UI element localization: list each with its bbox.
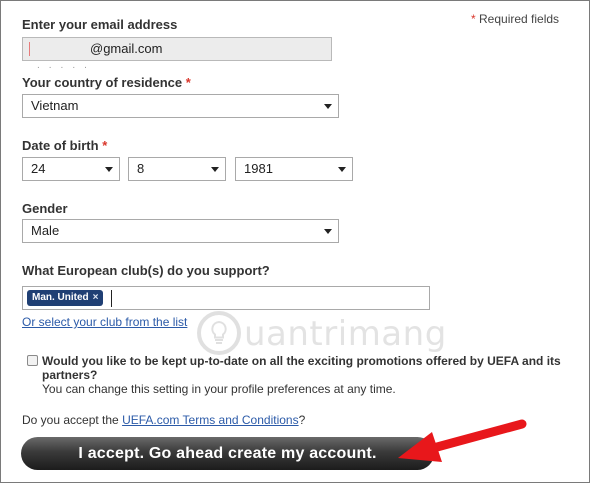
country-value: Vietnam bbox=[31, 98, 79, 113]
dob-day-value: 24 bbox=[31, 161, 46, 176]
chevron-down-icon bbox=[105, 167, 113, 172]
close-icon[interactable]: × bbox=[93, 292, 99, 303]
promotions-question: Would you like to be kept up-to-date on … bbox=[42, 354, 561, 382]
chevron-down-icon bbox=[211, 167, 219, 172]
watermark: uantrimang bbox=[196, 308, 456, 360]
dob-day-select[interactable]: 24 bbox=[22, 157, 120, 181]
terms-suffix: ? bbox=[298, 413, 306, 427]
country-select[interactable]: Vietnam bbox=[22, 94, 339, 118]
club-input[interactable]: Man. United × bbox=[22, 286, 430, 310]
email-value: @gmail.com bbox=[90, 41, 163, 56]
club-tag-label: Man. United bbox=[32, 292, 89, 303]
text-cursor bbox=[111, 290, 112, 307]
dob-month-select[interactable]: 8 bbox=[128, 157, 226, 181]
redaction-mark bbox=[29, 42, 30, 56]
gender-value: Male bbox=[31, 223, 60, 238]
promotions-checkbox[interactable] bbox=[27, 355, 38, 366]
country-label: Your country of residence * bbox=[22, 75, 191, 90]
terms-prefix: Do you accept the bbox=[22, 413, 123, 427]
gender-select[interactable]: Male bbox=[22, 219, 339, 243]
chevron-down-icon bbox=[324, 104, 332, 109]
dob-month-value: 8 bbox=[137, 161, 145, 176]
dob-year-value: 1981 bbox=[244, 161, 273, 176]
dob-required-star: * bbox=[102, 138, 108, 153]
chevron-down-icon bbox=[324, 229, 332, 234]
dob-label: Date of birth * bbox=[22, 138, 107, 153]
red-arrow-icon bbox=[398, 419, 527, 462]
terms-question: Do you accept the UEFA.com Terms and Con… bbox=[22, 413, 305, 427]
accept-create-account-button[interactable]: I accept. Go ahead create my account. bbox=[21, 437, 434, 470]
lightbulb-logo-icon bbox=[197, 311, 241, 355]
club-tag: Man. United × bbox=[27, 290, 103, 306]
club-label: What European club(s) do you support? bbox=[22, 263, 270, 278]
gender-label: Gender bbox=[22, 201, 68, 216]
terms-link[interactable]: UEFA.com Terms and Conditions bbox=[122, 413, 299, 427]
watermark-text: uantrimang bbox=[244, 314, 447, 354]
chevron-down-icon bbox=[338, 167, 346, 172]
promotions-note: You can change this setting in your prof… bbox=[42, 382, 396, 396]
select-club-link[interactable]: Or select your club from the list bbox=[22, 315, 187, 329]
required-fields-text: Required fields bbox=[479, 12, 560, 26]
required-star: * bbox=[471, 12, 476, 26]
email-field[interactable]: ..... @gmail.com bbox=[22, 37, 332, 71]
dob-year-select[interactable]: 1981 bbox=[235, 157, 353, 181]
country-label-text: Your country of residence bbox=[22, 75, 183, 90]
required-fields-note: * Required fields bbox=[471, 12, 559, 26]
dob-label-text: Date of birth bbox=[22, 138, 99, 153]
redacted-dots: ..... bbox=[37, 60, 96, 71]
email-label: Enter your email address bbox=[22, 17, 178, 32]
country-required-star: * bbox=[185, 75, 191, 90]
